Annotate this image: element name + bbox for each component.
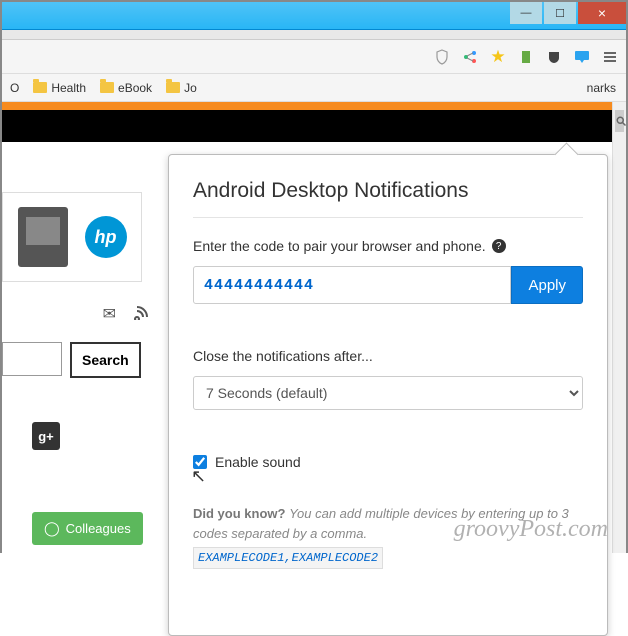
- rss-icon[interactable]: [134, 304, 150, 325]
- extension-popup: Android Desktop Notifications Enter the …: [168, 154, 608, 636]
- cursor-icon: ↖: [191, 466, 206, 487]
- enable-sound-checkbox[interactable]: [193, 455, 207, 469]
- bookmark-label: Health: [51, 81, 86, 95]
- bookmark-folder-jo[interactable]: Jo: [166, 81, 197, 95]
- enable-sound-label: Enable sound: [215, 454, 301, 470]
- pocket-icon[interactable]: [544, 47, 564, 67]
- window-titlebar: — ☐ ×: [2, 2, 626, 30]
- search-button[interactable]: Search: [70, 342, 141, 378]
- tab-strip: [2, 30, 626, 40]
- bookmark-folder-health[interactable]: Health: [33, 81, 86, 95]
- refresh-icon: ◯: [44, 520, 60, 537]
- popup-title: Android Desktop Notifications: [193, 179, 583, 203]
- duration-select[interactable]: 7 Seconds (default): [193, 376, 583, 410]
- close-button[interactable]: ×: [578, 2, 626, 24]
- bookmark-overflow[interactable]: narks: [587, 81, 616, 95]
- colleagues-button[interactable]: ◯ Colleagues: [32, 512, 143, 545]
- apply-button[interactable]: Apply: [511, 266, 583, 304]
- folder-icon: [166, 82, 180, 93]
- notification-extension-icon[interactable]: [572, 47, 592, 67]
- divider: [193, 217, 583, 218]
- bookmark-item[interactable]: O: [10, 81, 19, 95]
- bookmark-folder-ebook[interactable]: eBook: [100, 81, 152, 95]
- watermark: groovyPost.com: [454, 516, 608, 543]
- bookmark-label: eBook: [118, 81, 152, 95]
- colleagues-label: Colleagues: [66, 521, 131, 536]
- site-accent-bar: [2, 102, 614, 110]
- maximize-button[interactable]: ☐: [544, 2, 576, 24]
- mail-icon[interactable]: ✉: [103, 304, 116, 324]
- minimize-button[interactable]: —: [510, 2, 542, 24]
- shield-icon[interactable]: [432, 47, 452, 67]
- site-header-bar: [2, 110, 614, 142]
- googleplus-button[interactable]: g+: [32, 422, 60, 450]
- example-code: EXAMPLECODE1,EXAMPLECODE2: [193, 547, 383, 569]
- printer-image: [18, 207, 68, 267]
- search-icon[interactable]: [615, 110, 624, 132]
- scrollbar[interactable]: [612, 102, 626, 553]
- folder-icon: [100, 82, 114, 93]
- pair-code-input[interactable]: [193, 266, 511, 304]
- bookmarks-bar: O Health eBook Jo narks: [2, 74, 626, 102]
- help-icon[interactable]: ?: [492, 239, 506, 253]
- star-icon[interactable]: ★: [488, 47, 508, 67]
- browser-toolbar: ★: [2, 40, 626, 74]
- did-you-know-title: Did you know?: [193, 506, 285, 521]
- close-after-label: Close the notifications after...: [193, 348, 583, 364]
- bookmark-label: Jo: [184, 81, 197, 95]
- search-input[interactable]: [2, 342, 62, 376]
- extension-icon[interactable]: [516, 47, 536, 67]
- folder-icon: [33, 82, 47, 93]
- pair-label: Enter the code to pair your browser and …: [193, 238, 486, 254]
- share-icon[interactable]: [460, 47, 480, 67]
- menu-icon[interactable]: [600, 47, 620, 67]
- hp-ad[interactable]: hp: [2, 192, 142, 282]
- hp-logo: hp: [85, 216, 127, 258]
